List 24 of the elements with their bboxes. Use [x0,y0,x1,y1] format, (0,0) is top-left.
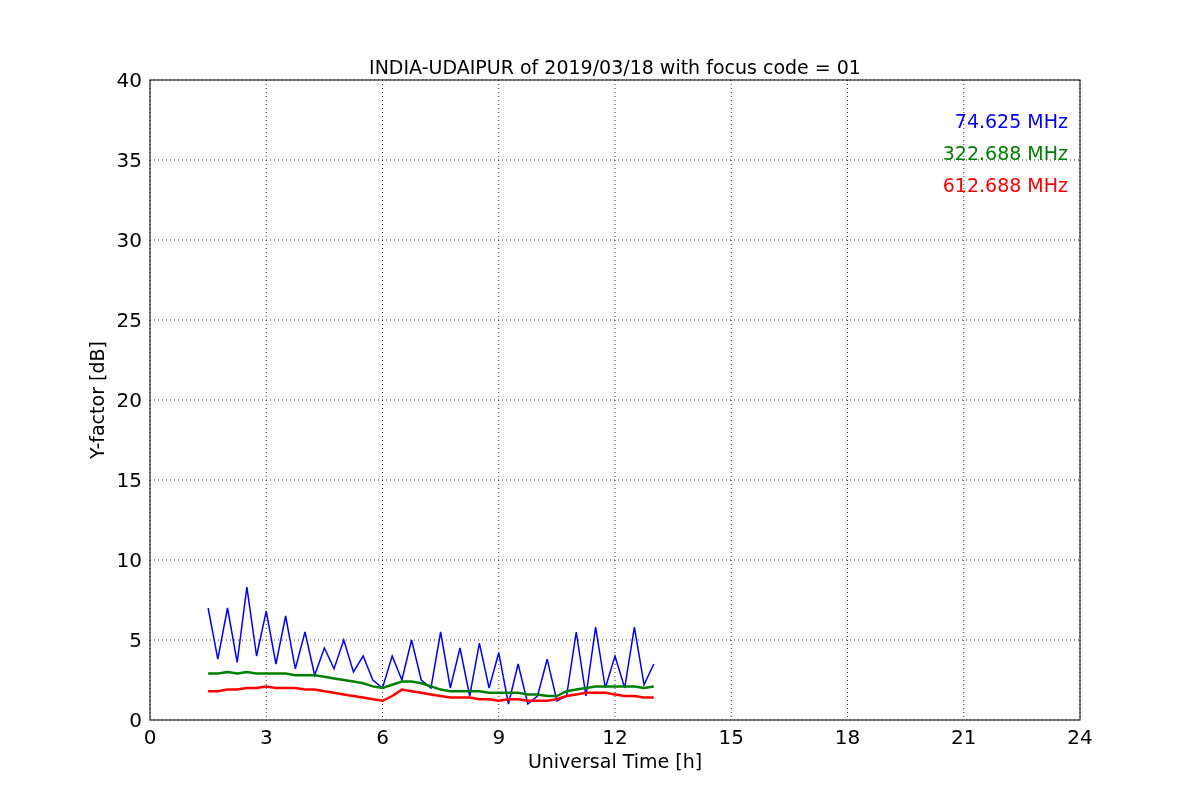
y-tick-label: 30 [116,228,142,252]
x-tick-label: 18 [834,725,861,749]
y-tick-label: 20 [116,388,142,412]
y-tick-label: 35 [116,148,142,172]
y-tick-label: 40 [116,68,142,92]
y-tick-label: 5 [129,628,142,652]
x-tick-label: 3 [259,725,273,749]
legend-label: 322.688 MHz [942,142,1068,164]
chart-title: INDIA-UDAIPUR of 2019/03/18 with focus code = 01 [369,56,861,78]
x-tick-label: 9 [492,725,506,749]
legend-label: 74.625 MHz [954,110,1068,132]
legend-label: 612.688 MHz [942,174,1068,196]
x-tick-label: 15 [718,725,744,749]
y-tick-label: 15 [116,468,142,492]
x-tick-label: 12 [602,725,628,749]
y-tick-label: 25 [116,308,142,332]
x-axis-label: Universal Time [h] [527,750,703,772]
x-tick-label: 24 [1067,725,1093,749]
y-tick-label: 10 [116,548,142,572]
x-tick-label: 21 [951,725,977,749]
x-tick-label: 6 [376,725,389,749]
y-tick-label: 0 [129,708,142,732]
x-tick-label: 0 [143,725,157,749]
y-axis-label: Y-factor [dB] [86,341,108,459]
